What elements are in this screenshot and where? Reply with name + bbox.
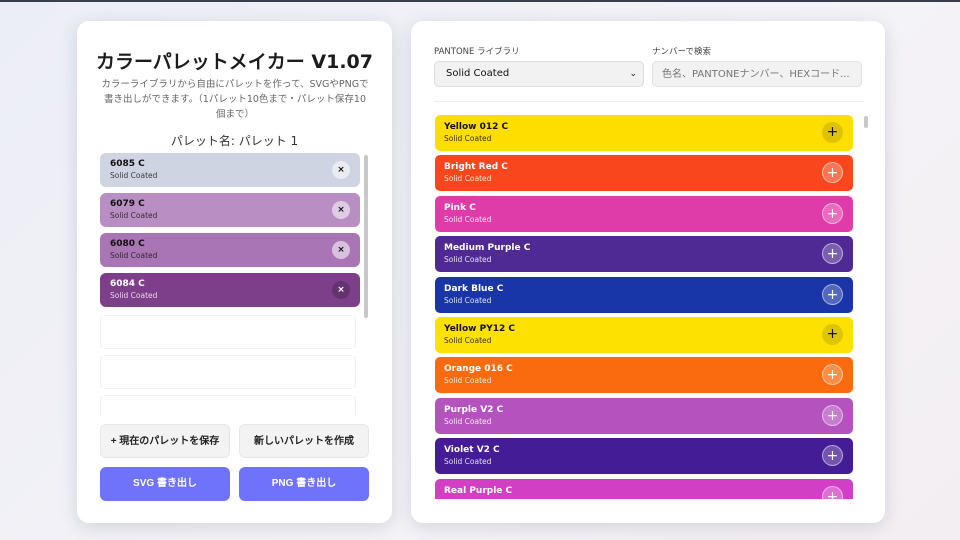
palette-swatch[interactable]: 6084 C Solid Coated × (100, 273, 360, 307)
color-item[interactable]: Dark Blue C Solid Coated + (435, 276, 853, 313)
color-item[interactable]: Violet V2 C Solid Coated + (435, 438, 853, 475)
plus-icon[interactable]: + (822, 324, 843, 345)
swatch-library: Solid Coated (110, 211, 158, 220)
color-library: Solid Coated (444, 295, 492, 305)
swatch-name: 6080 C (110, 239, 145, 249)
color-name: Yellow PY12 C (444, 324, 515, 334)
color-item[interactable]: Pink C Solid Coated + (435, 195, 853, 232)
new-palette-button[interactable]: 新しいパレットを作成 (239, 424, 369, 458)
swatch-library: Solid Coated (110, 171, 158, 180)
color-library: Solid Coated (444, 174, 492, 184)
page-title: カラーパレットメイカー V1.07 (95, 51, 373, 73)
color-library: Solid Coated (444, 255, 492, 265)
library-panel: PANTONE ライブラリ ナンバーで検索 Solid Coated ⌄ Yell… (411, 21, 885, 523)
swatch-library: Solid Coated (110, 291, 158, 300)
color-item[interactable]: Yellow 012 C Solid Coated + (435, 115, 853, 151)
color-name: Orange 016 C (444, 364, 513, 375)
export-png-button[interactable]: PNG 書き出し (239, 467, 369, 501)
palette-scrollbar[interactable] (364, 155, 368, 318)
color-list-scrollbar[interactable] (864, 116, 868, 128)
empty-slot (100, 315, 356, 349)
swatch-name: 6085 C (110, 159, 145, 169)
color-name: Yellow 012 C (444, 122, 509, 132)
window-top-bar (0, 0, 960, 2)
plus-icon[interactable]: + (822, 202, 843, 224)
divider (434, 101, 864, 102)
search-label: ナンバーで検索 (652, 47, 711, 57)
color-name: Medium Purple C (444, 243, 531, 254)
color-library: Solid Coated (444, 457, 492, 467)
library-selected-value: Solid Coated (446, 68, 510, 79)
save-palette-button[interactable]: + 現在のパレットを保存 (100, 424, 230, 458)
color-name: Real Purple C (444, 485, 513, 496)
color-item[interactable]: Real Purple CSolid Coated+ (435, 478, 853, 499)
color-library: Solid Coated (444, 336, 492, 345)
close-icon[interactable]: × (332, 241, 350, 259)
color-name: Bright Red C (444, 162, 508, 173)
swatch-name: 6079 C (110, 199, 145, 209)
color-library: Solid Coated (444, 376, 492, 386)
swatch-library: Solid Coated (110, 251, 158, 260)
color-name: Violet V2 C (444, 445, 500, 456)
library-label: PANTONE ライブラリ (434, 47, 520, 57)
description: カラーライブラリから自由にパレットを作って、SVGやPNGで書き出しができます。… (101, 79, 369, 120)
empty-slot (100, 395, 356, 415)
palette-list: 6085 C Solid Coated × 6079 C Solid Coated × 60… (100, 153, 362, 415)
palette-panel: カラーパレットメイカー V1.07 カラーライブラリから自由にパレットを作って、… (77, 21, 392, 523)
library-select[interactable]: Solid Coated ⌄ (434, 61, 644, 87)
color-library: Solid Coated (444, 416, 492, 426)
color-item[interactable]: Purple V2 C Solid Coated + (435, 397, 853, 434)
plus-icon[interactable]: + (822, 283, 843, 305)
color-item[interactable]: Bright Red C Solid Coated + (435, 155, 853, 192)
color-library: Solid Coated (444, 214, 492, 224)
search-input[interactable] (652, 61, 862, 87)
color-item[interactable]: Yellow PY12 C Solid Coated + (435, 317, 853, 353)
color-item[interactable]: Medium Purple C Solid Coated + (435, 236, 853, 273)
close-icon[interactable]: × (332, 201, 350, 219)
empty-slot (100, 355, 356, 389)
swatch-name: 6084 C (110, 279, 145, 289)
color-library: Solid Coated (444, 498, 844, 499)
plus-icon[interactable]: + (822, 122, 843, 143)
export-svg-button[interactable]: SVG 書き出し (100, 467, 230, 501)
color-name: Purple V2 C (444, 404, 504, 415)
palette-name[interactable]: パレット名: パレット 1 (77, 132, 392, 149)
color-item[interactable]: Orange 016 C Solid Coated + (435, 357, 853, 394)
color-name: Pink C (444, 202, 476, 213)
close-icon[interactable]: × (332, 281, 350, 299)
palette-swatch[interactable]: 6079 C Solid Coated × (100, 193, 360, 227)
color-name: Dark Blue C (444, 283, 504, 294)
palette-swatch[interactable]: 6080 C Solid Coated × (100, 233, 360, 267)
color-list: Yellow 012 C Solid Coated + Bright Red C Sol… (435, 115, 855, 499)
close-icon[interactable]: × (332, 161, 350, 179)
color-library: Solid Coated (444, 134, 492, 143)
plus-icon[interactable]: + (822, 404, 843, 426)
palette-swatch[interactable]: 6085 C Solid Coated × (100, 153, 360, 187)
chevron-down-icon: ⌄ (629, 69, 637, 79)
